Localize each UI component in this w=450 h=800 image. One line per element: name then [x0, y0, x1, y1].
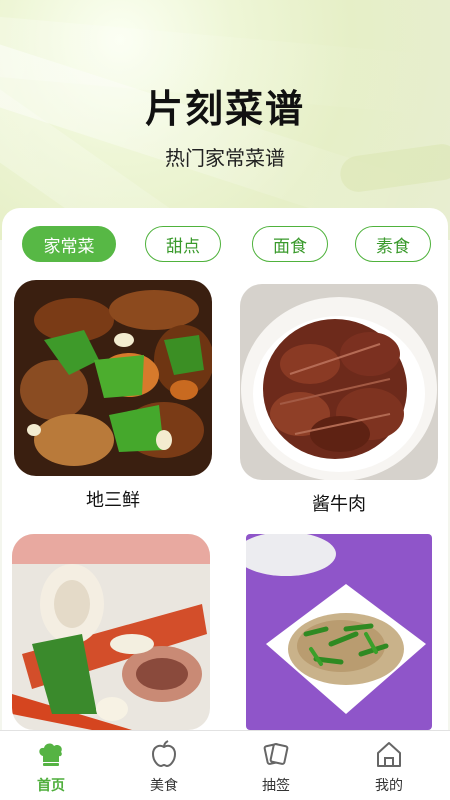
chef-hat-icon — [39, 743, 62, 766]
nav-label: 抽签 — [262, 778, 290, 794]
recipe-card[interactable] — [246, 534, 432, 744]
home-icon — [377, 742, 401, 767]
tab-vegetarian[interactable]: 素食 — [355, 226, 431, 262]
recipe-panel: 家常菜 甜点 面食 素食 地三鲜 酱牛肉 — [2, 208, 448, 748]
tab-dessert[interactable]: 甜点 — [145, 226, 221, 262]
nav-draw-lots[interactable]: 抽签 — [236, 739, 316, 795]
recipe-name: 酱牛肉 — [312, 494, 366, 515]
nav-mine[interactable]: 我的 — [349, 739, 429, 795]
tab-home-cooking[interactable]: 家常菜 — [22, 226, 116, 262]
tab-noodles[interactable]: 面食 — [252, 226, 328, 262]
nav-home[interactable]: 首页 — [11, 739, 91, 795]
nav-food[interactable]: 美食 — [124, 739, 204, 795]
app-title: 片刻菜谱 — [144, 87, 305, 131]
recipe-card[interactable]: 地三鲜 — [14, 280, 212, 520]
app-subtitle: 热门家常菜谱 — [165, 146, 285, 170]
recipe-image[interactable] — [14, 280, 212, 476]
header-banner: 片刻菜谱 热门家常菜谱 — [0, 0, 450, 240]
recipe-image[interactable] — [240, 284, 438, 480]
recipe-card[interactable]: 酱牛肉 — [240, 284, 438, 524]
nav-label: 我的 — [375, 778, 403, 794]
recipe-image[interactable] — [246, 534, 432, 730]
recipe-card[interactable] — [12, 534, 210, 744]
cards-icon — [263, 743, 289, 765]
nav-label: 美食 — [150, 778, 178, 794]
nav-label: 首页 — [37, 778, 65, 794]
recipe-name: 地三鲜 — [86, 490, 140, 511]
category-tabs: 家常菜 甜点 面食 素食 — [2, 226, 448, 266]
bottom-navigation: 首页 美食 抽签 我的 — [0, 730, 450, 800]
recipe-image[interactable] — [12, 534, 210, 730]
apple-icon — [151, 740, 177, 768]
